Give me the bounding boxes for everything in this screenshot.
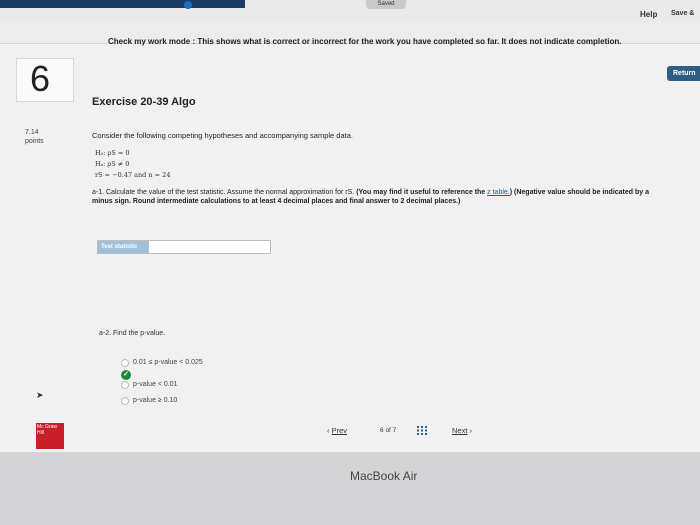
- check-work-banner: Check my work mode : This shows what is …: [0, 22, 700, 46]
- saved-indicator: Saved: [366, 0, 406, 9]
- option-2-label[interactable]: p-value < 0.01: [133, 381, 178, 388]
- part-a2-prompt: a-2. Find the p-value.: [99, 330, 166, 337]
- alternative-hypothesis: Hₐ: ρS ≠ 0: [95, 160, 130, 168]
- prev-label: Prev: [331, 426, 348, 435]
- mcgraw-hill-logo: Mc Graw Hill: [36, 423, 64, 449]
- correct-check-icon: ✓: [121, 370, 131, 380]
- null-hypothesis: H₀: ρS = 0: [95, 149, 130, 157]
- prev-button[interactable]: ‹ Prev: [327, 426, 347, 435]
- points-info: 7.14 points: [25, 128, 44, 146]
- info-icon[interactable]: [184, 1, 192, 9]
- option-3-label[interactable]: p-value ≥ 0.10: [133, 397, 177, 404]
- part-a1-note-1: (You may find it useful to reference the: [356, 189, 486, 196]
- page-total: 7: [392, 427, 397, 434]
- points-label: points: [25, 138, 44, 145]
- test-statistic-label: Test statistic: [98, 241, 148, 253]
- exercise-title: Exercise 20-39 Algo: [92, 96, 196, 108]
- screen: Saved Help Save & Check my work mode : T…: [0, 0, 700, 452]
- sample-data: rS = −0.47 and n = 24: [95, 171, 171, 179]
- top-bar: Saved Help Save &: [0, 0, 700, 22]
- question-grid-icon[interactable]: [417, 426, 427, 435]
- header-band: [0, 0, 245, 8]
- check-work-message: Check my work mode : This shows what is …: [108, 37, 622, 46]
- mouse-cursor-icon: ➤: [36, 390, 44, 400]
- question-number: 6: [30, 58, 51, 99]
- option-2-radio[interactable]: [121, 381, 129, 389]
- option-3-radio[interactable]: [121, 397, 129, 405]
- save-exit-button[interactable]: Save &: [671, 10, 694, 17]
- page-count: 6 of 7: [380, 427, 396, 434]
- laptop-bezel: MacBook Air: [0, 452, 700, 525]
- option-1-label[interactable]: 0.01 ≤ p-value < 0.025: [133, 359, 203, 366]
- return-button[interactable]: Return: [667, 66, 700, 81]
- next-label: Next: [452, 426, 468, 435]
- part-a1-text: a-1. Calculate the value of the test sta…: [92, 189, 355, 196]
- test-statistic-row: Test statistic: [97, 240, 271, 254]
- points-value: 7.14: [25, 129, 39, 136]
- page-of: of: [385, 427, 391, 434]
- help-button[interactable]: Help: [640, 10, 657, 19]
- test-statistic-input[interactable]: [148, 241, 270, 253]
- next-button[interactable]: Next ›: [452, 426, 472, 435]
- z-table-link[interactable]: z table.: [487, 189, 510, 196]
- page-current: 6: [380, 427, 384, 434]
- question-intro: Consider the following competing hypothe…: [92, 131, 353, 140]
- part-a1-prompt: a-1. Calculate the value of the test sta…: [92, 188, 652, 206]
- option-1-radio[interactable]: [121, 359, 129, 367]
- bezel-brand: MacBook Air: [350, 469, 418, 483]
